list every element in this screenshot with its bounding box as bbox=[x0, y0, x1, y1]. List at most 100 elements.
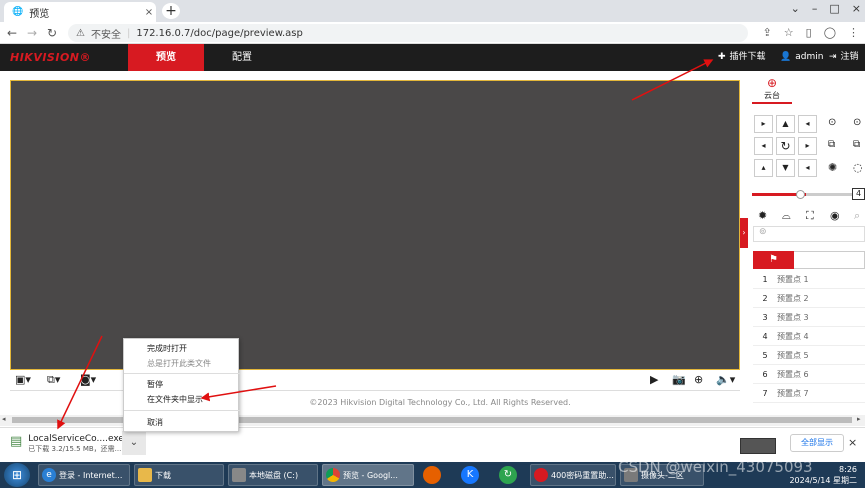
menu-pause[interactable]: 暂停 bbox=[124, 377, 240, 392]
back-arrow-icon[interactable]: ← bbox=[4, 25, 20, 41]
scroll-left-icon[interactable]: ◂ bbox=[2, 415, 6, 423]
preset-number: 1 bbox=[762, 274, 768, 284]
iris-open-icon[interactable]: ✺ bbox=[828, 161, 837, 174]
refresh-app-icon: ↻ bbox=[499, 466, 517, 484]
start-button[interactable]: ⊞ bbox=[4, 463, 30, 487]
download-thumbnail bbox=[740, 438, 776, 454]
address-bar[interactable]: ⚠ 不安全 | 172.16.0.7/doc/page/preview.asp bbox=[68, 24, 748, 42]
ptz-left-up-button[interactable]: ▸ bbox=[754, 115, 773, 133]
maximize-button[interactable]: □ bbox=[829, 2, 839, 15]
capture-icon[interactable]: 📷 bbox=[672, 373, 686, 386]
share-icon[interactable]: ⇪ bbox=[763, 26, 772, 39]
logout-link[interactable]: ⇥ 注销 bbox=[829, 44, 859, 71]
plugin-download-label: 插件下载 bbox=[729, 52, 766, 62]
reload-icon[interactable]: ↻ bbox=[44, 25, 60, 41]
taskbar-k-app[interactable]: K bbox=[456, 464, 484, 486]
light-icon[interactable]: ✹ bbox=[758, 209, 767, 222]
zoom-3d-icon[interactable]: ⌕ bbox=[854, 209, 860, 223]
preset-row[interactable]: 7 预置点 7 bbox=[753, 384, 865, 403]
preset-flag-tab[interactable]: ⚑ bbox=[753, 251, 794, 269]
tab-close-icon[interactable]: × bbox=[142, 7, 156, 18]
window-mode-icon[interactable]: ◙▾ bbox=[80, 373, 96, 386]
focus-assist-icon[interactable]: ⛶ bbox=[806, 209, 814, 223]
preset-name: 预置点 7 bbox=[777, 388, 809, 398]
speed-slider-handle[interactable] bbox=[796, 190, 805, 199]
show-all-button[interactable]: 全部显示 bbox=[790, 434, 844, 452]
new-tab-button[interactable]: + bbox=[162, 3, 180, 19]
bookmark-star-icon[interactable]: ☆ bbox=[784, 26, 794, 39]
ptz-up-button[interactable]: ▲ bbox=[776, 115, 795, 133]
menu-cancel[interactable]: 取消 bbox=[124, 415, 240, 430]
preset-row[interactable]: 5 预置点 5 bbox=[753, 346, 865, 365]
taskbar-cdrive-label: 本地磁盘 (C:) bbox=[249, 470, 299, 480]
user-icon: 👤 bbox=[780, 52, 792, 62]
play-icon[interactable]: ▶ bbox=[650, 373, 658, 386]
ptz-right-down-button[interactable]: ◂ bbox=[798, 159, 817, 177]
stream-icon[interactable]: ⧉▾ bbox=[47, 373, 60, 387]
hikvision-logo: HIKVISION® bbox=[10, 51, 92, 64]
preset-tour-icon[interactable]: ⊚ bbox=[759, 227, 767, 237]
taskbar-chrome[interactable]: 预览 - Googl... bbox=[322, 464, 414, 486]
preset-row[interactable]: 2 预置点 2 bbox=[753, 289, 865, 308]
iris-close-icon[interactable]: ◌ bbox=[853, 161, 863, 174]
nav-preview-tab[interactable]: 预览 bbox=[128, 44, 204, 71]
ptz-left-down-button[interactable]: ▴ bbox=[754, 159, 773, 177]
user-menu[interactable]: 👤 admin bbox=[780, 44, 823, 71]
preset-row[interactable]: 6 预置点 6 bbox=[753, 365, 865, 384]
browser-tab-preview[interactable]: 🌐 预览 × bbox=[4, 2, 156, 22]
tab-title: 预览 bbox=[29, 8, 50, 20]
ptz-auto-button[interactable]: ↻ bbox=[776, 137, 795, 155]
menu-open-when-done[interactable]: 完成时打开 bbox=[124, 341, 240, 356]
collapse-panel-button[interactable]: › bbox=[740, 218, 748, 248]
taskbar-cdrive[interactable]: 本地磁盘 (C:) bbox=[228, 464, 318, 486]
preset-number: 3 bbox=[762, 312, 768, 322]
drive-icon bbox=[232, 468, 246, 482]
zoom-icon[interactable]: ⊕ bbox=[694, 373, 703, 386]
taskbar-downloads-label: 下载 bbox=[155, 470, 171, 480]
lens-init-icon[interactable]: ◉ bbox=[830, 209, 840, 222]
ptz-right-button[interactable]: ▸ bbox=[798, 137, 817, 155]
preset-row[interactable]: 3 预置点 3 bbox=[753, 308, 865, 327]
taskbar-green-app[interactable]: ↻ bbox=[494, 464, 522, 486]
csdn-watermark: CSDN @weixin_43075093 bbox=[618, 458, 813, 476]
layout-icon[interactable]: ▣▾ bbox=[15, 373, 31, 386]
download-item[interactable]: ▤ LocalServiceCo....exe 已下载 3.2/15.5 MB，… bbox=[10, 434, 124, 454]
taskbar-chrome-label: 预览 - Googl... bbox=[343, 470, 398, 480]
ptz-left-button[interactable]: ◂ bbox=[754, 137, 773, 155]
close-download-bar-icon[interactable]: × bbox=[848, 436, 857, 449]
preset-row[interactable]: 4 预置点 4 bbox=[753, 327, 865, 346]
video-preview-area[interactable] bbox=[10, 80, 740, 370]
scroll-right-icon[interactable]: ▸ bbox=[857, 415, 861, 423]
close-window-button[interactable]: × bbox=[852, 2, 861, 15]
profile-icon[interactable]: ◯ bbox=[824, 26, 836, 39]
url-text: 172.16.0.7/doc/page/preview.asp bbox=[136, 27, 303, 39]
side-panel-icon[interactable]: ▯ bbox=[806, 26, 812, 39]
wiper-icon[interactable]: ⌓ bbox=[782, 209, 791, 223]
menu-kebab-icon[interactable]: ⋮ bbox=[848, 26, 859, 39]
focus-far-icon[interactable]: ⧉ bbox=[853, 139, 860, 150]
zoom-in-icon[interactable]: ⊙ bbox=[828, 117, 836, 128]
taskbar-downloads[interactable]: 下载 bbox=[134, 464, 224, 486]
preset-row[interactable]: 1 预置点 1 bbox=[753, 270, 865, 289]
ptz-right-up-button[interactable]: ◂ bbox=[798, 115, 817, 133]
logout-icon: ⇥ bbox=[829, 52, 837, 62]
taskbar-ie[interactable]: e 登录 - Internet... bbox=[38, 464, 130, 486]
exe-file-icon: ▤ bbox=[10, 434, 23, 449]
plugin-download-link[interactable]: ✚ 插件下载 bbox=[718, 44, 766, 71]
download-context-menu: 完成时打开 总是打开此类文件 暂停 在文件夹中显示 取消 bbox=[123, 338, 240, 432]
forward-arrow-icon[interactable]: → bbox=[24, 25, 40, 41]
download-options-chevron-icon[interactable]: ⌄ bbox=[122, 431, 146, 455]
taskbar-reset-helper[interactable]: 400密码重置助... bbox=[530, 464, 616, 486]
nav-config-tab[interactable]: 配置 bbox=[232, 44, 252, 71]
system-clock[interactable]: 8:26 2024/5/14 星期二 bbox=[789, 464, 857, 486]
tab-search-icon[interactable]: ⌄ bbox=[791, 2, 800, 15]
ptz-down-button[interactable]: ▼ bbox=[776, 159, 795, 177]
minimize-button[interactable]: – bbox=[812, 2, 818, 15]
zoom-out-icon[interactable]: ⊙ bbox=[853, 117, 861, 128]
focus-near-icon[interactable]: ⧉ bbox=[828, 139, 835, 150]
ptz-tab[interactable]: ⊕ 云台 bbox=[752, 76, 792, 104]
ptz-extra-row bbox=[753, 226, 865, 242]
audio-icon[interactable]: 🔈▾ bbox=[716, 373, 735, 386]
taskbar-firefox[interactable] bbox=[418, 464, 446, 486]
menu-show-in-folder[interactable]: 在文件夹中显示 bbox=[124, 392, 240, 407]
